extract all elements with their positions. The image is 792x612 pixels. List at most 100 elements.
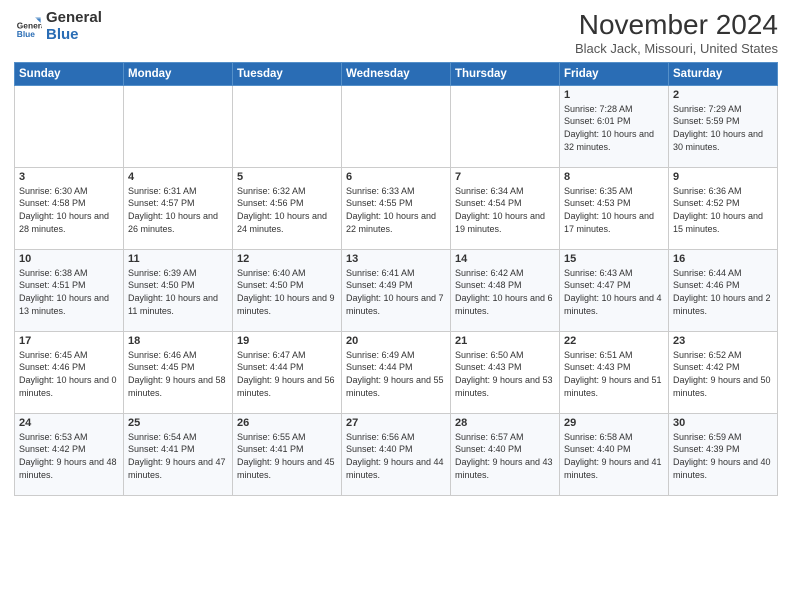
calendar-cell: 17 Sunrise: 6:45 AM Sunset: 4:46 PM Dayli… <box>15 331 124 413</box>
day-info: Sunrise: 6:38 AM Sunset: 4:51 PM Dayligh… <box>19 267 119 317</box>
day-number: 28 <box>455 417 555 429</box>
calendar-cell: 25 Sunrise: 6:54 AM Sunset: 4:41 PM Dayli… <box>124 413 233 495</box>
logo-icon: General Blue <box>14 13 42 41</box>
weekday-header-sunday: Sunday <box>15 62 124 85</box>
calendar-cell: 8 Sunrise: 6:35 AM Sunset: 4:53 PM Daylig… <box>560 167 669 249</box>
calendar-cell: 21 Sunrise: 6:50 AM Sunset: 4:43 PM Dayli… <box>451 331 560 413</box>
calendar-cell: 24Sunrise: 6:53 AM Sunset: 4:42 PM Dayli… <box>15 413 124 495</box>
calendar-cell: 5 Sunrise: 6:32 AM Sunset: 4:56 PM Daylig… <box>233 167 342 249</box>
day-info: Sunrise: 6:50 AM Sunset: 4:43 PM Dayligh… <box>455 349 555 399</box>
calendar-cell: 1 Sunrise: 7:28 AM Sunset: 6:01 PM Daylig… <box>560 85 669 167</box>
calendar-cell: 12 Sunrise: 6:40 AM Sunset: 4:50 PM Dayli… <box>233 249 342 331</box>
day-info: Sunrise: 6:46 AM Sunset: 4:45 PM Dayligh… <box>128 349 228 399</box>
day-info: Sunrise: 6:35 AM Sunset: 4:53 PM Dayligh… <box>564 185 664 235</box>
logo-text: General Blue <box>46 10 102 43</box>
calendar-cell <box>342 85 451 167</box>
calendar-cell: 4Sunrise: 6:31 AM Sunset: 4:57 PM Daylig… <box>124 167 233 249</box>
day-number: 20 <box>346 335 446 347</box>
calendar-cell: 15 Sunrise: 6:43 AM Sunset: 4:47 PM Dayli… <box>560 249 669 331</box>
calendar-cell: 14 Sunrise: 6:42 AM Sunset: 4:48 PM Dayli… <box>451 249 560 331</box>
day-number: 27 <box>346 417 446 429</box>
day-info: Sunrise: 6:52 AM Sunset: 4:42 PM Dayligh… <box>673 349 773 399</box>
calendar-cell: 13Sunrise: 6:41 AM Sunset: 4:49 PM Dayli… <box>342 249 451 331</box>
calendar-cell: 3Sunrise: 6:30 AM Sunset: 4:58 PM Daylig… <box>15 167 124 249</box>
location: Black Jack, Missouri, United States <box>575 41 778 56</box>
calendar-cell: 9Sunrise: 6:36 AM Sunset: 4:52 PM Daylig… <box>669 167 778 249</box>
weekday-header-row: SundayMondayTuesdayWednesdayThursdayFrid… <box>15 62 778 85</box>
day-info: Sunrise: 6:40 AM Sunset: 4:50 PM Dayligh… <box>237 267 337 317</box>
day-number: 21 <box>455 335 555 347</box>
day-info: Sunrise: 6:47 AM Sunset: 4:44 PM Dayligh… <box>237 349 337 399</box>
day-info: Sunrise: 6:56 AM Sunset: 4:40 PM Dayligh… <box>346 431 446 481</box>
calendar-cell: 26 Sunrise: 6:55 AM Sunset: 4:41 PM Dayli… <box>233 413 342 495</box>
day-number: 19 <box>237 335 337 347</box>
day-number: 2 <box>673 89 773 101</box>
calendar-cell: 20Sunrise: 6:49 AM Sunset: 4:44 PM Dayli… <box>342 331 451 413</box>
calendar-cell <box>451 85 560 167</box>
calendar-cell <box>124 85 233 167</box>
day-number: 22 <box>564 335 664 347</box>
day-number: 25 <box>128 417 228 429</box>
day-number: 24 <box>19 417 119 429</box>
calendar-cell <box>233 85 342 167</box>
week-row-0: 1 Sunrise: 7:28 AM Sunset: 6:01 PM Daylig… <box>15 85 778 167</box>
day-info: Sunrise: 6:32 AM Sunset: 4:56 PM Dayligh… <box>237 185 337 235</box>
day-number: 4 <box>128 171 228 183</box>
calendar-cell: 22 Sunrise: 6:51 AM Sunset: 4:43 PM Dayli… <box>560 331 669 413</box>
day-info: Sunrise: 6:45 AM Sunset: 4:46 PM Dayligh… <box>19 349 119 399</box>
weekday-header-monday: Monday <box>124 62 233 85</box>
day-number: 8 <box>564 171 664 183</box>
day-info: Sunrise: 6:55 AM Sunset: 4:41 PM Dayligh… <box>237 431 337 481</box>
week-row-1: 3Sunrise: 6:30 AM Sunset: 4:58 PM Daylig… <box>15 167 778 249</box>
day-info: Sunrise: 7:29 AM Sunset: 5:59 PM Dayligh… <box>673 103 773 153</box>
calendar-cell: 2 Sunrise: 7:29 AM Sunset: 5:59 PM Daylig… <box>669 85 778 167</box>
weekday-header-saturday: Saturday <box>669 62 778 85</box>
header: General Blue General Blue November 2024 … <box>14 10 778 56</box>
weekday-header-wednesday: Wednesday <box>342 62 451 85</box>
day-info: Sunrise: 6:54 AM Sunset: 4:41 PM Dayligh… <box>128 431 228 481</box>
logo: General Blue General Blue <box>14 10 102 43</box>
day-number: 6 <box>346 171 446 183</box>
day-info: Sunrise: 6:30 AM Sunset: 4:58 PM Dayligh… <box>19 185 119 235</box>
weekday-header-friday: Friday <box>560 62 669 85</box>
day-info: Sunrise: 7:28 AM Sunset: 6:01 PM Dayligh… <box>564 103 664 153</box>
day-number: 15 <box>564 253 664 265</box>
week-row-2: 10 Sunrise: 6:38 AM Sunset: 4:51 PM Dayli… <box>15 249 778 331</box>
day-number: 30 <box>673 417 773 429</box>
calendar-cell: 27 Sunrise: 6:56 AM Sunset: 4:40 PM Dayli… <box>342 413 451 495</box>
day-number: 14 <box>455 253 555 265</box>
day-number: 1 <box>564 89 664 101</box>
calendar: SundayMondayTuesdayWednesdayThursdayFrid… <box>14 62 778 496</box>
day-number: 9 <box>673 171 773 183</box>
calendar-cell: 30 Sunrise: 6:59 AM Sunset: 4:39 PM Dayli… <box>669 413 778 495</box>
day-number: 17 <box>19 335 119 347</box>
calendar-cell: 11 Sunrise: 6:39 AM Sunset: 4:50 PM Dayli… <box>124 249 233 331</box>
day-number: 12 <box>237 253 337 265</box>
calendar-cell: 29Sunrise: 6:58 AM Sunset: 4:40 PM Dayli… <box>560 413 669 495</box>
day-number: 5 <box>237 171 337 183</box>
day-number: 18 <box>128 335 228 347</box>
day-info: Sunrise: 6:59 AM Sunset: 4:39 PM Dayligh… <box>673 431 773 481</box>
day-info: Sunrise: 6:43 AM Sunset: 4:47 PM Dayligh… <box>564 267 664 317</box>
week-row-3: 17 Sunrise: 6:45 AM Sunset: 4:46 PM Dayli… <box>15 331 778 413</box>
calendar-cell: 6Sunrise: 6:33 AM Sunset: 4:55 PM Daylig… <box>342 167 451 249</box>
svg-text:Blue: Blue <box>17 28 35 38</box>
calendar-cell <box>15 85 124 167</box>
day-info: Sunrise: 6:58 AM Sunset: 4:40 PM Dayligh… <box>564 431 664 481</box>
day-info: Sunrise: 6:44 AM Sunset: 4:46 PM Dayligh… <box>673 267 773 317</box>
day-info: Sunrise: 6:39 AM Sunset: 4:50 PM Dayligh… <box>128 267 228 317</box>
day-number: 23 <box>673 335 773 347</box>
page: General Blue General Blue November 2024 … <box>0 0 792 612</box>
day-number: 11 <box>128 253 228 265</box>
day-info: Sunrise: 6:42 AM Sunset: 4:48 PM Dayligh… <box>455 267 555 317</box>
day-number: 16 <box>673 253 773 265</box>
day-number: 10 <box>19 253 119 265</box>
day-info: Sunrise: 6:51 AM Sunset: 4:43 PM Dayligh… <box>564 349 664 399</box>
day-info: Sunrise: 6:34 AM Sunset: 4:54 PM Dayligh… <box>455 185 555 235</box>
weekday-header-tuesday: Tuesday <box>233 62 342 85</box>
calendar-cell: 10 Sunrise: 6:38 AM Sunset: 4:51 PM Dayli… <box>15 249 124 331</box>
calendar-cell: 16 Sunrise: 6:44 AM Sunset: 4:46 PM Dayli… <box>669 249 778 331</box>
logo-line1: General <box>46 10 102 27</box>
weekday-header-thursday: Thursday <box>451 62 560 85</box>
day-number: 26 <box>237 417 337 429</box>
